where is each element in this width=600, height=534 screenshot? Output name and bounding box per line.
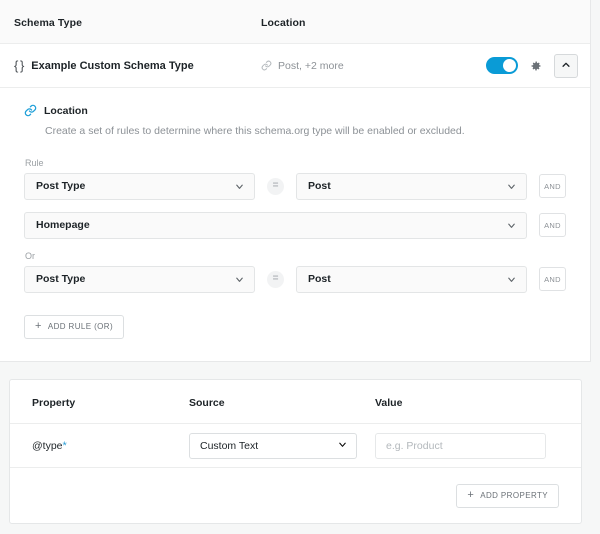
property-name-cell: @type* (32, 440, 189, 452)
schema-location-cell: Post, +2 more (261, 60, 486, 72)
rule-group-label: Or (25, 251, 566, 261)
plus-icon: + (35, 321, 42, 332)
add-rule-button[interactable]: + ADD RULE (OR) (24, 315, 124, 339)
add-and-condition-button[interactable]: AND (539, 174, 566, 198)
rule-subject-value: Post Type (36, 273, 228, 285)
table-row: @type* Custom Text (10, 424, 581, 468)
add-rule-label: ADD RULE (OR) (48, 322, 113, 331)
rule-row: Homepage AND (24, 212, 566, 239)
chevron-up-icon (561, 57, 571, 75)
location-panel: Location Create a set of rules to determ… (0, 88, 590, 361)
chevron-down-icon (506, 181, 517, 192)
rule-subject-value: Post Type (36, 180, 228, 192)
required-asterisk: * (63, 440, 67, 452)
schema-type-card: Schema Type Location { } Example Custom … (0, 0, 591, 362)
rule-object-select[interactable]: Post (296, 173, 527, 200)
header-cell-source: Source (189, 393, 375, 411)
add-property-button[interactable]: + ADD PROPERTY (456, 484, 559, 508)
chevron-down-icon (337, 437, 348, 455)
add-and-condition-button[interactable]: AND (539, 213, 566, 237)
location-panel-title: Location (44, 105, 88, 117)
schema-table-header: Schema Type Location (0, 0, 590, 44)
schema-name-cell: { } Example Custom Schema Type (14, 59, 261, 72)
rule-subject-select[interactable]: Post Type (24, 173, 255, 200)
rule-group-label: Rule (25, 158, 566, 168)
chevron-down-icon (234, 274, 245, 285)
rule-subject-select[interactable]: Post Type (24, 266, 255, 293)
value-input[interactable] (375, 433, 546, 459)
header-cell-value: Value (375, 393, 559, 411)
chevron-down-icon (506, 274, 517, 285)
location-header-label: Location (261, 17, 306, 29)
toggle-knob (503, 59, 516, 72)
property-table-card: Property Source Value @type* Custom Text… (9, 379, 582, 524)
rule-object-value: Post (308, 273, 500, 285)
header-cell-property: Property (32, 393, 189, 411)
source-select[interactable]: Custom Text (189, 433, 357, 459)
rule-operator-label: = (273, 181, 279, 191)
gear-icon[interactable] (530, 60, 542, 72)
add-property-label: ADD PROPERTY (480, 491, 548, 500)
link-icon (261, 60, 272, 71)
rule-operator-badge: = (267, 178, 284, 195)
chevron-down-icon (506, 220, 517, 231)
rule-object-select[interactable]: Post (296, 266, 527, 293)
header-cell-location: Location (261, 13, 576, 31)
rule-row: Post Type = Post AND (24, 173, 566, 200)
schema-type-name: Example Custom Schema Type (31, 60, 193, 72)
rules-list: Rule Post Type = Post AND (24, 158, 566, 339)
plus-icon: + (467, 490, 474, 501)
and-button-label: AND (544, 275, 561, 284)
rule-operator-badge: = (267, 271, 284, 288)
rule-object-value: Post (308, 180, 500, 192)
enable-toggle[interactable] (486, 57, 518, 74)
header-cell-schema-type: Schema Type (14, 13, 261, 31)
add-and-condition-button[interactable]: AND (539, 267, 566, 291)
schema-row-actions (486, 54, 578, 78)
schema-editor-page: Schema Type Location { } Example Custom … (0, 0, 600, 534)
schema-type-row[interactable]: { } Example Custom Schema Type Post, +2 … (0, 44, 590, 88)
rule-operator-label: = (273, 274, 279, 284)
schema-type-header-label: Schema Type (14, 17, 82, 29)
rule-subject-select[interactable]: Homepage (24, 212, 527, 239)
property-value-cell (375, 433, 559, 459)
rule-subject-value: Homepage (36, 219, 500, 231)
link-icon (24, 104, 37, 117)
rule-group: Or Post Type = Post AND (24, 251, 566, 293)
property-name: @type (32, 440, 63, 452)
property-source-cell: Custom Text (189, 433, 375, 459)
source-header-label: Source (189, 397, 225, 409)
property-header-label: Property (32, 397, 75, 409)
value-header-label: Value (375, 397, 402, 409)
location-panel-title-row: Location (24, 104, 566, 117)
rule-row: Post Type = Post AND (24, 266, 566, 293)
source-select-value: Custom Text (200, 440, 337, 452)
chevron-down-icon (234, 181, 245, 192)
braces-icon: { } (14, 59, 23, 72)
property-table-header: Property Source Value (10, 380, 581, 424)
location-panel-description: Create a set of rules to determine where… (45, 124, 566, 139)
rule-group: Rule Post Type = Post AND (24, 158, 566, 239)
property-table-footer: + ADD PROPERTY (10, 468, 581, 523)
and-button-label: AND (544, 221, 561, 230)
and-button-label: AND (544, 182, 561, 191)
location-summary: Post, +2 more (278, 60, 344, 72)
collapse-button[interactable] (554, 54, 578, 78)
